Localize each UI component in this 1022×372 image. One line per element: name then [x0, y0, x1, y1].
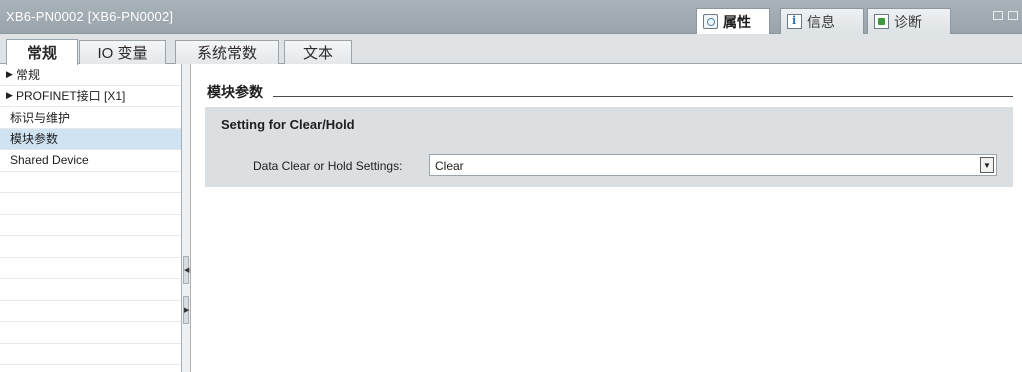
- nav-empty-row: [0, 279, 181, 301]
- nav-empty-row: [0, 301, 181, 322]
- nav-item-label: 模块参数: [10, 132, 59, 147]
- parameter-group: Setting for Clear/Hold Data Clear or Hol…: [205, 107, 1013, 187]
- window-controls: [993, 11, 1018, 20]
- tab-general[interactable]: 常规: [6, 39, 78, 65]
- nav-item-label: 常规: [16, 67, 41, 82]
- tab-info[interactable]: 信息: [780, 8, 864, 34]
- nav-empty-row: [0, 215, 181, 236]
- nav-item-identification-maintenance[interactable]: 标识与维护: [0, 107, 181, 129]
- properties-icon: [703, 14, 718, 29]
- maximize-window-icon[interactable]: [1008, 11, 1018, 20]
- nav-item-label: PROFINET接口 [X1]: [16, 89, 126, 104]
- nav-item-label: Shared Device: [10, 153, 89, 168]
- tab-info-label: 信息: [807, 13, 835, 30]
- tab-properties-label: 属性: [723, 13, 751, 30]
- tab-diagnostics-label: 诊断: [894, 13, 922, 30]
- nav-item-module-parameters[interactable]: 模块参数: [0, 128, 181, 150]
- group-title: Setting for Clear/Hold: [221, 117, 355, 132]
- tab-properties[interactable]: 属性: [696, 8, 770, 34]
- arrow-left-icon: ◀: [184, 267, 190, 274]
- expand-arrow-icon[interactable]: ▶: [6, 69, 16, 80]
- nav-item-general[interactable]: ▶ 常规: [0, 64, 181, 86]
- nav-empty-row: [0, 236, 181, 258]
- diagnostics-icon: [874, 14, 889, 29]
- nav-empty-row: [0, 172, 181, 193]
- tab-diagnostics[interactable]: 诊断: [867, 8, 951, 34]
- left-navigation: ▶ 常规 ▶ PROFINET接口 [X1] 标识与维护 模块参数 Shared…: [0, 64, 181, 372]
- expand-arrow-icon[interactable]: ▶: [6, 90, 16, 101]
- chevron-down-icon[interactable]: ▼: [980, 157, 994, 173]
- window-title: XB6-PN0002 [XB6-PN0002]: [6, 9, 174, 24]
- info-icon: [787, 14, 802, 29]
- nav-empty-row: [0, 344, 181, 365]
- arrow-right-icon: ▶: [184, 307, 190, 314]
- tab-system-constants[interactable]: 系统常数: [175, 40, 279, 64]
- nav-item-label: 标识与维护: [10, 110, 71, 125]
- inspector-title-bar: XB6-PN0002 [XB6-PN0002] 属性 信息 诊断: [0, 0, 1022, 34]
- nav-empty-row: [0, 322, 181, 344]
- clear-hold-label: Data Clear or Hold Settings:: [253, 159, 403, 173]
- nav-empty-row: [0, 258, 181, 279]
- content-area: 模块参数 Setting for Clear/Hold Data Clear o…: [191, 64, 1022, 372]
- main-tab-bar: 常规 IO 变量 系统常数 文本: [0, 34, 1022, 65]
- section-divider: [207, 96, 1013, 97]
- expand-right-button[interactable]: ▶: [183, 296, 189, 324]
- tab-io-tags[interactable]: IO 变量: [79, 40, 166, 64]
- float-window-icon[interactable]: [993, 11, 1003, 20]
- clear-hold-dropdown[interactable]: Clear ▼: [429, 154, 997, 176]
- collapse-left-button[interactable]: ◀: [183, 256, 189, 284]
- tab-texts[interactable]: 文本: [284, 40, 352, 64]
- section-title: 模块参数: [207, 82, 273, 102]
- nav-item-profinet-interface[interactable]: ▶ PROFINET接口 [X1]: [0, 86, 181, 107]
- nav-empty-row: [0, 193, 181, 215]
- clear-hold-value: Clear: [435, 159, 464, 173]
- navigation-splitter[interactable]: ◀ ▶: [181, 64, 191, 372]
- nav-item-shared-device[interactable]: Shared Device: [0, 150, 181, 172]
